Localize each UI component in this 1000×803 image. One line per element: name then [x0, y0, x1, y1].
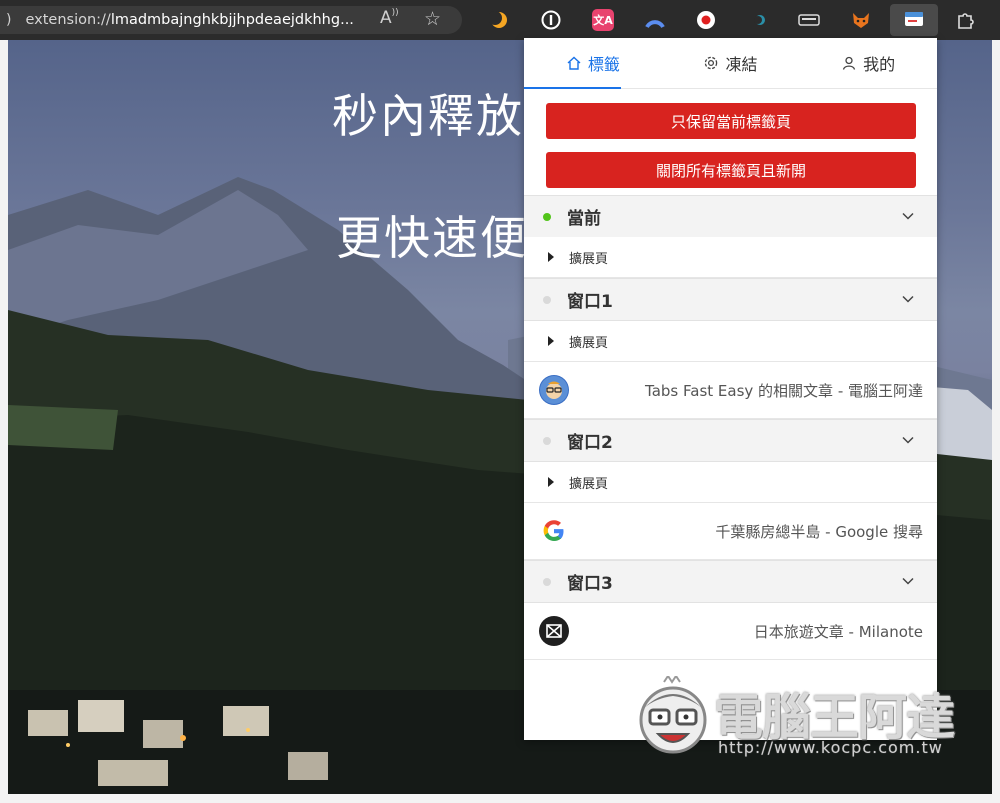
- keyboard-extension-icon[interactable]: [798, 9, 820, 31]
- window-group-2[interactable]: 窗口2: [524, 419, 937, 462]
- site-info-icon[interactable]: ): [6, 12, 11, 28]
- tab-title: Tabs Fast Easy 的相關文章 - 電腦王阿達: [645, 381, 923, 400]
- close-all-tabs-button[interactable]: 關閉所有標籤頁且新開: [546, 152, 916, 188]
- tab-freeze-label: 凍結: [725, 55, 758, 74]
- hero-line-1: 秒內釋放: [332, 89, 524, 143]
- tab-list-item[interactable]: Tabs Fast Easy 的相關文章 - 電腦王阿達: [524, 362, 937, 419]
- inactive-status-dot: [543, 436, 551, 445]
- chevron-down-icon[interactable]: [901, 292, 915, 306]
- koopc-avatar-icon: [539, 375, 569, 405]
- watermark-url: http://www.kocpc.com.tw: [718, 738, 943, 757]
- group-title: 窗口3: [567, 574, 613, 594]
- tabs-fast-easy-popup: 標籤 凍結 我的 只保留當前標籤頁 關閉所有標籤頁且新開 當前 擴展頁 窗口1 …: [524, 38, 937, 740]
- window-group-current[interactable]: 當前: [524, 195, 937, 238]
- active-tab-indicator: [524, 87, 621, 89]
- fox-extension-icon[interactable]: [850, 9, 872, 31]
- chevron-down-icon[interactable]: [901, 209, 915, 223]
- tab-title: 千葉縣房總半島 - Google 搜尋: [715, 522, 923, 541]
- kocpc-watermark: 電腦王阿達 http://www.kocpc.com.tw: [634, 672, 958, 768]
- subgroup-extension-pages[interactable]: 擴展頁: [524, 462, 937, 503]
- subgroup-label: 擴展頁: [569, 335, 609, 351]
- arc-extension-icon[interactable]: [644, 9, 666, 31]
- chevron-down-icon[interactable]: [901, 574, 915, 588]
- tab-tabs[interactable]: 標籤: [524, 38, 662, 88]
- caret-right-icon: [548, 336, 554, 346]
- subgroup-label: 擴展頁: [569, 476, 609, 492]
- keep-current-tab-button[interactable]: 只保留當前標籤頁: [546, 103, 916, 139]
- tab-list-item[interactable]: 千葉縣房總半島 - Google 搜尋: [524, 503, 937, 560]
- subgroup-extension-pages[interactable]: 擴展頁: [524, 321, 937, 362]
- extensions-puzzle-icon[interactable]: [954, 9, 976, 31]
- tab-tabs-label: 標籤: [587, 55, 620, 74]
- caret-right-icon: [548, 477, 554, 487]
- user-icon: [842, 56, 856, 70]
- gear-icon: [705, 56, 718, 70]
- chevron-down-icon[interactable]: [901, 433, 915, 447]
- subgroup-label: 擴展頁: [569, 251, 609, 267]
- paw-extension-icon[interactable]: [748, 9, 770, 31]
- address-url[interactable]: extension://lmadmbajnghkbjjhpdeaejdkhhg.…: [25, 12, 373, 28]
- translate-extension-icon[interactable]: 文A: [592, 9, 614, 31]
- milanote-icon: [539, 616, 569, 646]
- popup-tab-bar: 標籤 凍結 我的: [524, 38, 937, 89]
- active-status-dot: [543, 212, 551, 221]
- tab-title: 日本旅遊文章 - Milanote: [753, 622, 923, 641]
- address-bar[interactable]: ) extension://lmadmbajnghkbjjhpdeaejdkhh…: [0, 6, 462, 34]
- window-group-3[interactable]: 窗口3: [524, 560, 937, 603]
- caret-right-icon: [548, 252, 554, 262]
- group-title: 當前: [567, 209, 601, 229]
- mascot-logo-icon: [639, 676, 707, 754]
- tab-list-item[interactable]: 日本旅遊文章 - Milanote: [524, 603, 937, 660]
- record-extension-icon[interactable]: [695, 9, 717, 31]
- favorite-star-icon[interactable]: ☆: [424, 8, 441, 30]
- tab-freeze[interactable]: 凍結: [662, 38, 800, 88]
- read-aloud-icon[interactable]: A)): [380, 8, 399, 28]
- browser-toolbar: ) extension://lmadmbajnghkbjjhpdeaejdkhh…: [0, 0, 1000, 40]
- group-title: 窗口1: [567, 292, 613, 312]
- tab-mine-label: 我的: [863, 55, 896, 74]
- group-title: 窗口2: [567, 433, 613, 453]
- google-icon: [539, 516, 569, 546]
- subgroup-extension-pages[interactable]: 擴展頁: [524, 237, 937, 278]
- inactive-status-dot: [543, 577, 551, 586]
- moon-extension-icon[interactable]: [488, 9, 510, 31]
- password-manager-extension-icon[interactable]: [540, 9, 562, 31]
- inactive-status-dot: [543, 295, 551, 304]
- tabs-fast-easy-extension-icon[interactable]: [903, 9, 925, 31]
- hero-line-2: 更快速便: [336, 211, 528, 265]
- home-icon: [567, 56, 581, 70]
- tab-mine[interactable]: 我的: [799, 38, 937, 88]
- window-group-1[interactable]: 窗口1: [524, 278, 937, 321]
